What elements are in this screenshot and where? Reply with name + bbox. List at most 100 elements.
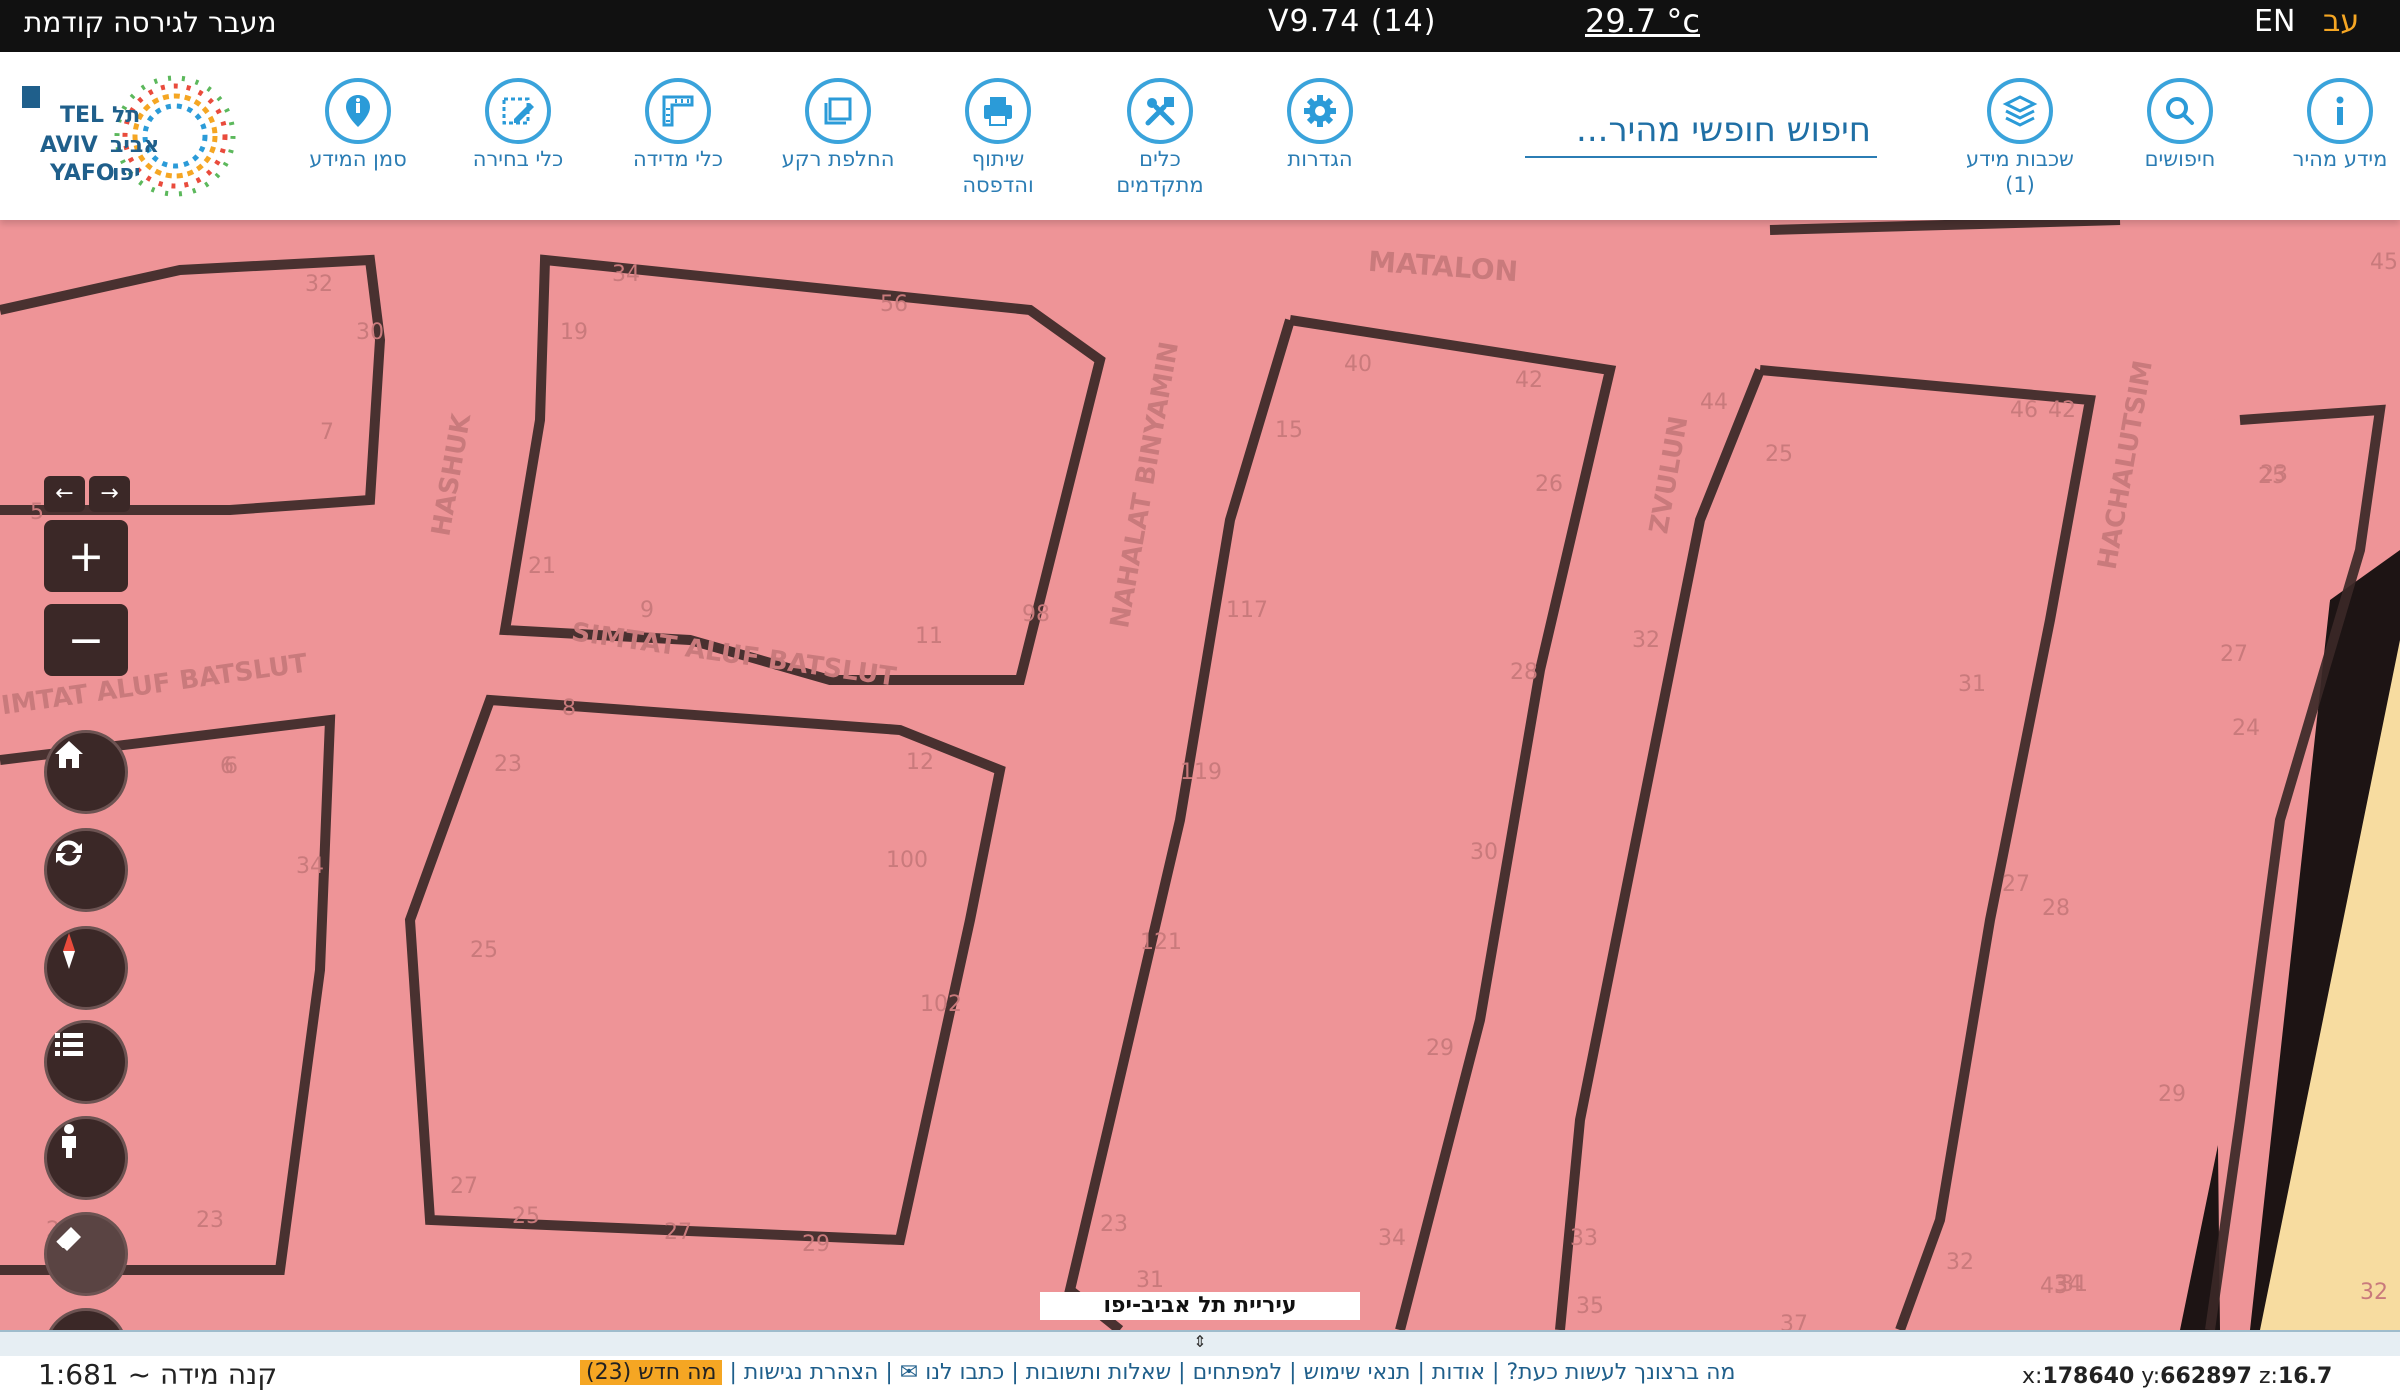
pan-arrows: ← →	[44, 476, 130, 512]
house-number: 31	[1958, 672, 1986, 697]
house-number: 100	[886, 848, 928, 873]
house-number: 11	[915, 624, 943, 649]
logo-graphic: TEL AVIV YAFO תל אביב יפו	[22, 75, 236, 197]
compass-button[interactable]	[44, 926, 128, 1010]
person-icon	[62, 1124, 76, 1158]
house-number: 43	[2040, 1274, 2068, 1299]
footer-link-accessibility[interactable]: הצהרת נגישות	[744, 1360, 879, 1385]
selection-pen-icon	[502, 97, 534, 125]
ruler-icon	[662, 95, 694, 127]
footer-link-about[interactable]: אודות	[1432, 1360, 1485, 1385]
footer-link-terms[interactable]: תנאי שימוש	[1304, 1360, 1411, 1385]
main-toolbar: TEL AVIV YAFO תל אביב יפו סמן המידע כלי …	[0, 52, 2400, 220]
house-number: 44	[1700, 390, 1728, 415]
house-number: 28	[2042, 896, 2070, 921]
share-print-button[interactable]: שיתוף והדפסה	[918, 78, 1078, 198]
printer-icon	[984, 97, 1012, 126]
house-number: 46	[2010, 398, 2038, 423]
zoom-out-button[interactable]: −	[44, 604, 128, 676]
house-number: 30	[1470, 840, 1498, 865]
version-label: V9.74 (14)	[1268, 4, 1437, 39]
previous-version-link[interactable]: מעבר לגירסה קודמת	[24, 6, 277, 39]
advanced-tools-label-1: כלים	[1139, 147, 1181, 171]
house-number: 34	[612, 262, 640, 287]
footer-link-developers[interactable]: למפתחים	[1193, 1360, 1283, 1385]
footer-link-what-to-do[interactable]: מה ברצונך לעשות כעת?	[1506, 1360, 1735, 1385]
zoom-in-button[interactable]: +	[44, 520, 128, 592]
eraser-icon	[56, 1227, 81, 1251]
tools-icon	[1145, 97, 1175, 126]
map-pin-icon	[346, 95, 370, 127]
city-logo[interactable]: TEL AVIV YAFO תל אביב יפו	[20, 74, 250, 198]
house-number: 102	[920, 992, 962, 1017]
house-number: 117	[1226, 598, 1268, 623]
quick-info-label: מידע מהיר	[2292, 147, 2388, 171]
searches-label: חיפושים	[2144, 147, 2216, 171]
house-number: 32	[1946, 1250, 1974, 1275]
pan-right-button[interactable]: →	[89, 476, 130, 512]
temperature-link[interactable]: 29.7 °c	[1585, 2, 1700, 40]
logo-en-1: TEL	[60, 103, 104, 128]
y-value: 662897	[2160, 1364, 2252, 1389]
quick-search-input[interactable]: חיפוש חופשי מהיר...	[1525, 102, 1877, 158]
selection-tool-button[interactable]: כלי בחירה	[438, 78, 598, 172]
house-number: 56	[880, 292, 908, 317]
home-button[interactable]	[44, 730, 128, 814]
house-number: 34	[296, 854, 324, 879]
refresh-button[interactable]	[44, 828, 128, 912]
house-number: 33	[1570, 1226, 1598, 1251]
footer-links: מה ברצונך לעשות כעת? | אודות | תנאי שימו…	[580, 1360, 1735, 1385]
logo-en-2: AVIV	[40, 133, 98, 158]
house-number: 34	[1378, 1226, 1406, 1251]
map-canvas[interactable]: MATALON HASHUK NAHALAT BINYAMIN ZVULUN H…	[0, 220, 2400, 1330]
whats-new-badge[interactable]: מה חדש (23)	[580, 1360, 723, 1385]
advanced-tools-button[interactable]: כלים מתקדמים	[1080, 78, 1240, 198]
house-number: 28	[1510, 660, 1538, 685]
info-marker-button[interactable]: סמן המידע	[278, 78, 438, 172]
house-number: 23	[494, 752, 522, 777]
info-icon	[2336, 96, 2344, 125]
legend-list-button[interactable]	[44, 1020, 128, 1104]
scale-readout: 1:681 ~ קנה מידה	[38, 1358, 278, 1391]
footer-link-faq[interactable]: שאלות ותשובות	[1026, 1360, 1171, 1385]
x-value: 178640	[2042, 1364, 2135, 1389]
lang-he-button[interactable]: עב	[2323, 4, 2359, 39]
house-number: 23	[196, 1208, 224, 1233]
home-icon	[55, 741, 83, 768]
z-value: 16.7	[2277, 1364, 2333, 1389]
y-label: y:	[2141, 1364, 2161, 1389]
info-layers-label-1: שכבות מידע	[1966, 147, 2074, 171]
house-number: 29	[2158, 1082, 2186, 1107]
share-print-label-2: והדפסה	[962, 173, 1034, 197]
searches-button[interactable]: חיפושים	[2100, 78, 2260, 172]
eraser-button[interactable]	[44, 1212, 128, 1296]
share-print-label-1: שיתוף	[971, 147, 1025, 171]
panel-resize-handle[interactable]: ⇕	[0, 1330, 2400, 1358]
house-number: 29	[1426, 1036, 1454, 1061]
lang-en-button[interactable]: EN	[2254, 4, 2295, 39]
info-layers-count: (1)	[2005, 173, 2035, 197]
info-marker-label: סמן המידע	[309, 147, 407, 171]
house-number: 32	[1632, 628, 1660, 653]
house-number: 21	[528, 554, 556, 579]
house-number: 42	[1515, 368, 1543, 393]
basemap-switch-button[interactable]: החלפת רקע	[758, 78, 918, 172]
quick-info-button[interactable]: מידע מהיר	[2260, 78, 2400, 172]
logo-he-1: תל	[112, 103, 140, 128]
coordinates-readout: x:178640 y:662897 z:16.7	[2022, 1364, 2332, 1389]
selection-tool-label: כלי בחירה	[472, 147, 564, 171]
settings-button[interactable]: הגדרות	[1240, 78, 1400, 172]
footer-link-contact[interactable]: כתבו לנו ✉	[900, 1360, 1005, 1385]
info-layers-button[interactable]: שכבות מידע (1)	[1940, 78, 2100, 198]
house-number: 37	[1780, 1312, 1808, 1330]
logo-he-2: אביב	[110, 133, 159, 158]
settings-label: הגדרות	[1287, 147, 1353, 171]
house-number: 29	[802, 1232, 830, 1257]
house-number: 5	[30, 500, 44, 525]
house-number: 32	[305, 272, 333, 297]
street-view-button[interactable]	[44, 1116, 128, 1200]
house-number: 27	[2220, 642, 2248, 667]
measure-tool-button[interactable]: כלי מדידה	[598, 78, 758, 172]
pan-left-button[interactable]: ←	[44, 476, 85, 512]
house-number: 7	[320, 420, 334, 445]
